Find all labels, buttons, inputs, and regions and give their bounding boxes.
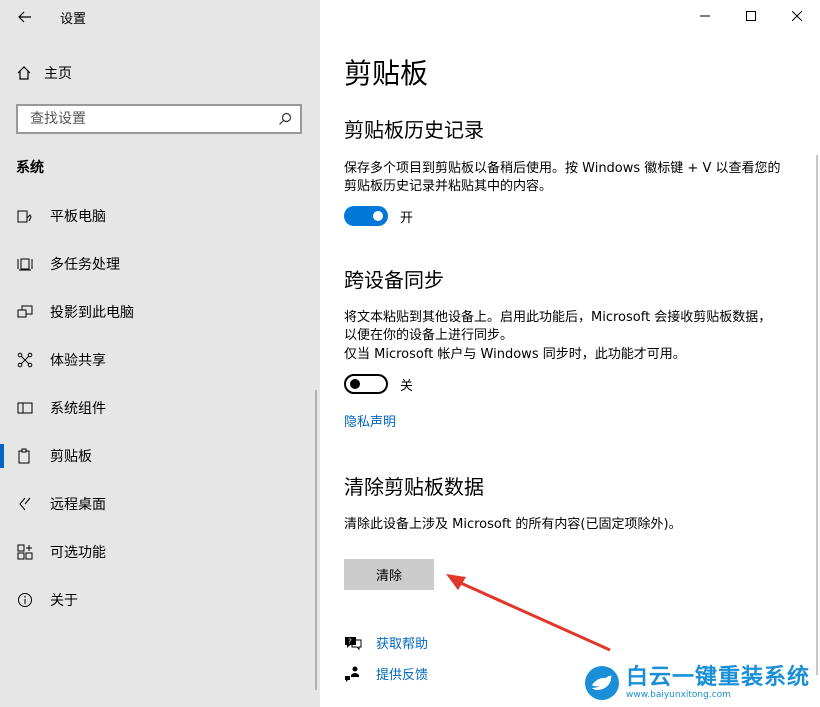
clear-button[interactable]: 清除 [344,559,434,590]
sidebar-nav: 平板电脑 多任务处理 投影到此电脑 体验共享 系统组件 剪贴板 远程桌面 可选功… [0,192,320,624]
share-icon [16,351,34,369]
watermark-title: 白云一键重装系统 [625,665,810,690]
history-toggle-row: 开 [344,206,413,226]
history-toggle-state: 开 [400,210,414,226]
optional-features-icon [16,543,34,561]
watermark: 白云一键重装系统 www.baiyunxitong.com [584,665,810,701]
window-title: 设置 [60,12,87,27]
home-nav-item[interactable]: 主页 [16,63,72,83]
sidebar-item-optional-features[interactable]: 可选功能 [0,528,320,576]
feedback-row[interactable]: 提供反馈 [344,664,428,683]
sync-note: 仅当 Microsoft 帐户与 Windows 同步时，此功能才可用。 [344,347,686,362]
sync-heading: 跨设备同步 [344,268,444,292]
sync-toggle-state: 关 [400,378,414,394]
watermark-url: www.baiyunxitong.com [625,690,731,700]
sidebar-item-label: 远程桌面 [50,497,106,513]
clipboard-icon [16,447,34,465]
sync-toggle[interactable] [344,374,388,394]
sync-toggle-row: 关 [344,374,413,394]
main-scrollbar[interactable] [816,155,818,675]
multitasking-icon [16,255,34,273]
history-description: 保存多个项目到剪贴板以备稍后使用。按 Windows 徽标键 + V 以查看您的… [344,161,781,194]
components-icon [16,399,34,417]
project-icon [16,303,34,321]
bird-logo-icon [584,666,619,700]
home-icon [17,66,31,80]
section-heading: 系统 [16,160,44,176]
remote-desktop-icon [16,495,34,513]
sidebar-item-label: 体验共享 [50,353,106,369]
sidebar-item-tablet[interactable]: 平板电脑 [0,192,320,240]
annotation-arrow [446,574,611,652]
help-chat-icon: ? [345,636,362,650]
sidebar-item-clipboard[interactable]: 剪贴板 [0,432,320,480]
search-input[interactable] [28,110,272,128]
history-toggle[interactable] [344,206,388,226]
minimize-icon [700,15,710,17]
page-title: 剪贴板 [344,57,429,90]
privacy-link[interactable]: 隐私声明 [344,411,396,430]
history-heading: 剪贴板历史记录 [344,118,484,142]
home-label: 主页 [44,66,72,82]
clear-heading: 清除剪贴板数据 [344,475,484,499]
sidebar: 设置 主页 系统 平板电脑 多任务处理 投影到此电脑 体验共享 系统组件 [0,0,320,707]
tablet-icon [16,207,34,225]
back-button[interactable] [10,4,40,30]
sidebar-scrollbar[interactable] [315,390,317,690]
maximize-button[interactable] [728,0,774,32]
sidebar-item-remote-desktop[interactable]: 远程桌面 [0,480,320,528]
sidebar-item-label: 平板电脑 [50,209,106,225]
sidebar-item-label: 可选功能 [50,545,106,561]
sidebar-item-label: 关于 [50,593,78,609]
feedback-icon [345,666,359,682]
search-icon[interactable] [278,112,292,126]
sidebar-item-label: 系统组件 [50,401,106,417]
sidebar-item-project[interactable]: 投影到此电脑 [0,288,320,336]
feedback-link[interactable]: 提供反馈 [376,664,428,683]
clear-description: 清除此设备上涉及 Microsoft 的所有内容(已固定项除外)。 [344,517,682,532]
sidebar-item-label: 多任务处理 [50,257,120,273]
search-box[interactable] [16,104,302,134]
back-arrow-icon [18,11,31,23]
sidebar-item-share[interactable]: 体验共享 [0,336,320,384]
svg-text:?: ? [348,637,352,645]
minimize-button[interactable] [682,0,728,32]
window-controls [682,0,820,32]
sidebar-item-label: 剪贴板 [50,449,92,465]
close-icon [792,11,802,21]
help-link[interactable]: 获取帮助 [376,633,428,652]
info-icon [16,591,34,609]
sync-description: 将文本粘贴到其他设备上。启用此功能后，Microsoft 会接收剪贴板数据，以便… [344,310,772,343]
sidebar-item-about[interactable]: 关于 [0,576,320,624]
help-row[interactable]: ? 获取帮助 [344,633,428,652]
sidebar-item-components[interactable]: 系统组件 [0,384,320,432]
close-button[interactable] [774,0,820,32]
maximize-icon [746,11,756,21]
sidebar-item-multitasking[interactable]: 多任务处理 [0,240,320,288]
sidebar-item-label: 投影到此电脑 [50,305,134,321]
